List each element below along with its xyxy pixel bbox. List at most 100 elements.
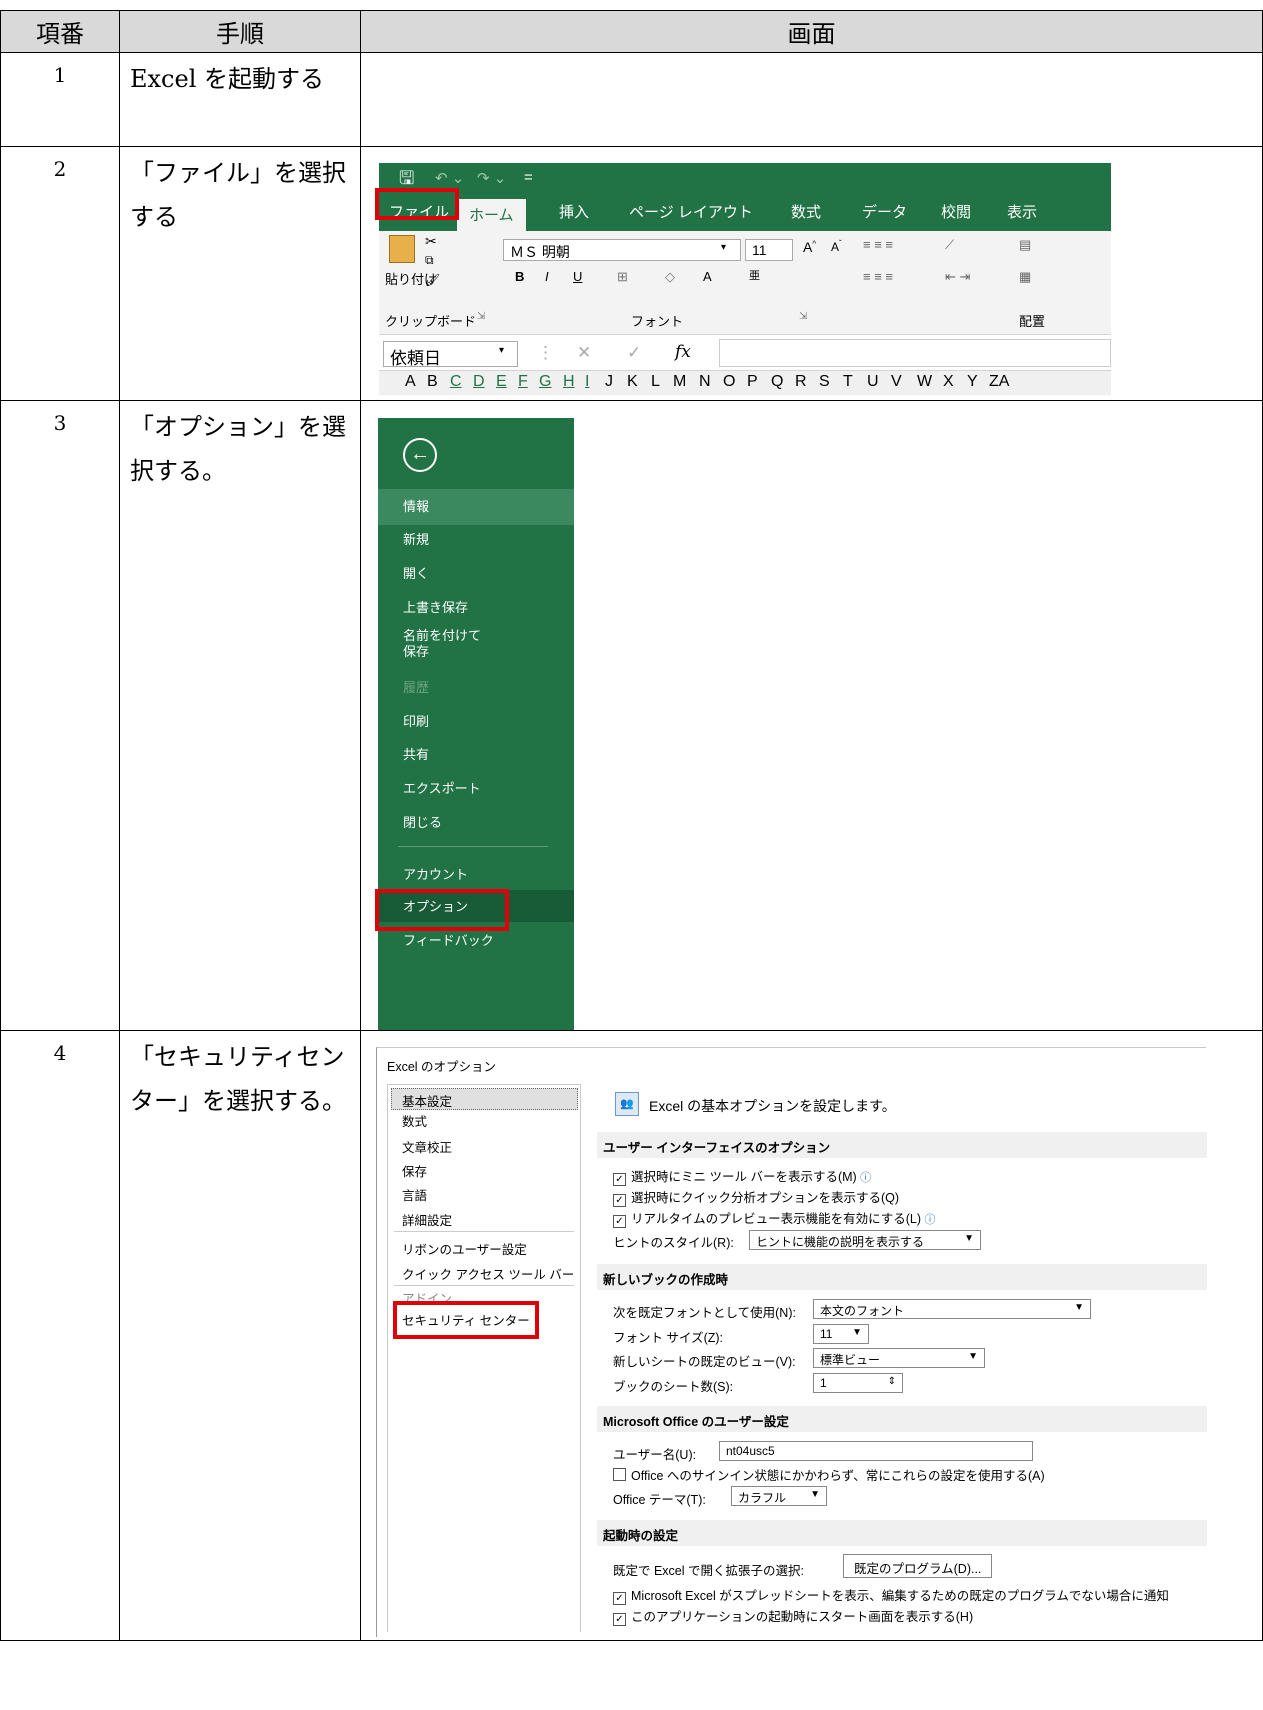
paste-icon[interactable]: [389, 235, 415, 263]
start-screen-checkbox[interactable]: ✓ このアプリケーションの起動時にスタート画面を表示する(H): [613, 1606, 973, 1626]
tab-page-layout[interactable]: ページ レイアウト: [629, 201, 753, 222]
copy-icon[interactable]: ⧉: [425, 253, 434, 268]
sidebar-item-formulas[interactable]: 数式: [402, 1111, 427, 1130]
default-programs-button[interactable]: 既定のプログラム(D)...: [843, 1554, 993, 1578]
office-theme-dropdown[interactable]: カラフル ▼: [731, 1486, 827, 1506]
sidebar-item-language[interactable]: 言語: [402, 1185, 427, 1204]
column-header[interactable]: H: [563, 373, 575, 391]
redo-icon[interactable]: ↷ ⌄: [477, 169, 506, 187]
font-name-dropdown-icon[interactable]: ▾: [721, 242, 726, 253]
tab-view[interactable]: 表示: [1007, 201, 1037, 222]
column-header[interactable]: R: [795, 373, 807, 391]
menu-item-close[interactable]: 閉じる: [403, 815, 442, 831]
sidebar-item-save[interactable]: 保存: [402, 1161, 427, 1180]
quick-analysis-checkbox[interactable]: ✓ 選択時にクイック分析オプションを表示する(Q): [613, 1187, 899, 1207]
column-header[interactable]: P: [747, 373, 758, 391]
menu-item-save-as[interactable]: 名前を付けて保存: [403, 628, 493, 660]
tab-home[interactable]: ホーム: [457, 199, 526, 231]
column-header[interactable]: O: [723, 373, 735, 391]
column-header[interactable]: Y: [967, 373, 978, 391]
dialog-launcher-icon[interactable]: ⇲: [799, 311, 807, 322]
sheet-count-spinner[interactable]: 1 ⇕: [813, 1373, 903, 1393]
indent-icon[interactable]: ⇤ ⇥: [945, 269, 970, 285]
menu-item-feedback[interactable]: フィードバック: [403, 933, 494, 949]
column-header[interactable]: M: [673, 373, 686, 391]
checkbox-checked-icon[interactable]: ✓: [613, 1592, 626, 1605]
formula-input[interactable]: [719, 339, 1111, 367]
menu-item-print[interactable]: 印刷: [403, 714, 429, 730]
bold-icon[interactable]: B: [515, 269, 524, 284]
column-header[interactable]: X: [943, 373, 954, 391]
tab-insert[interactable]: 挿入: [559, 201, 589, 222]
column-header[interactable]: U: [867, 373, 879, 391]
font-name-combo[interactable]: ＭＳ 明朝: [503, 239, 741, 261]
column-header[interactable]: B: [427, 373, 438, 391]
user-name-input[interactable]: nt04usc5: [719, 1441, 1033, 1461]
column-header[interactable]: K: [627, 373, 638, 391]
info-icon[interactable]: ⓘ: [925, 1214, 936, 1226]
default-font-dropdown[interactable]: 本文のフォント ▼: [813, 1299, 1091, 1319]
underline-icon[interactable]: U: [573, 269, 582, 284]
align-top-icon[interactable]: ≡ ≡ ≡: [863, 237, 893, 252]
column-header[interactable]: F: [518, 373, 528, 391]
dropdown-arrow-icon[interactable]: ▼: [810, 1489, 820, 1500]
enter-icon[interactable]: ✓: [627, 343, 641, 363]
cancel-icon[interactable]: ✕: [577, 343, 591, 363]
column-header[interactable]: W: [917, 373, 932, 391]
column-header[interactable]: D: [473, 373, 485, 391]
notify-default-checkbox[interactable]: ✓ Microsoft Excel がスプレッドシートを表示、編集するための既定の…: [613, 1585, 1169, 1605]
column-header[interactable]: A: [405, 373, 416, 391]
column-header[interactable]: N: [699, 373, 711, 391]
checkbox-unchecked-icon[interactable]: [613, 1468, 626, 1481]
column-header[interactable]: T: [843, 373, 853, 391]
name-box-dropdown-icon[interactable]: ▾: [499, 345, 504, 356]
dialog-launcher-icon[interactable]: ⇲: [477, 311, 485, 322]
column-header[interactable]: ZA: [989, 373, 1009, 391]
tab-data[interactable]: データ: [862, 201, 907, 222]
menu-item-save[interactable]: 上書き保存: [403, 600, 468, 616]
spinner-icon[interactable]: ⇕: [888, 1376, 896, 1387]
font-size-combo[interactable]: 11: [745, 239, 793, 261]
column-header[interactable]: I: [585, 373, 589, 391]
column-header[interactable]: J: [605, 373, 613, 391]
menu-item-new[interactable]: 新規: [403, 532, 429, 548]
column-header[interactable]: L: [651, 373, 660, 391]
phonetic-icon[interactable]: 亜: [749, 267, 760, 283]
sidebar-item-advanced[interactable]: 詳細設定: [402, 1210, 452, 1229]
column-header[interactable]: C: [450, 373, 462, 391]
align-left-icon[interactable]: ≡ ≡ ≡: [863, 269, 893, 284]
name-box[interactable]: 依頼日: [383, 341, 518, 368]
merge-icon[interactable]: ▦: [1019, 269, 1031, 285]
sidebar-item-quick-access[interactable]: クイック アクセス ツール バー: [402, 1264, 574, 1283]
column-header[interactable]: G: [539, 373, 551, 391]
font-size-dropdown[interactable]: 11 ▼: [813, 1324, 869, 1344]
tab-review[interactable]: 校閲: [941, 201, 971, 222]
column-header[interactable]: E: [496, 373, 507, 391]
paste-label[interactable]: 貼り付け: [385, 269, 437, 288]
insert-function-icon[interactable]: fx: [675, 342, 691, 362]
checkbox-checked-icon[interactable]: ✓: [613, 1173, 626, 1186]
mini-toolbar-checkbox[interactable]: ✓ 選択時にミニ ツール バーを表示する(M) ⓘ: [613, 1166, 871, 1186]
sidebar-item-proofing[interactable]: 文章校正: [402, 1137, 452, 1156]
column-header[interactable]: S: [819, 373, 830, 391]
dropdown-arrow-icon[interactable]: ▼: [968, 1351, 978, 1362]
orientation-icon[interactable]: ⟋: [945, 237, 954, 253]
italic-icon[interactable]: I: [545, 269, 549, 284]
menu-item-share[interactable]: 共有: [403, 747, 429, 763]
menu-item-export[interactable]: エクスポート: [403, 781, 481, 797]
font-color-icon[interactable]: A: [703, 269, 712, 284]
info-icon[interactable]: ⓘ: [860, 1172, 871, 1184]
default-view-dropdown[interactable]: 標準ビュー ▼: [813, 1348, 985, 1368]
fill-color-icon[interactable]: ◇: [665, 269, 675, 285]
checkbox-checked-icon[interactable]: ✓: [613, 1215, 626, 1228]
live-preview-checkbox[interactable]: ✓ リアルタイムのプレビュー表示機能を有効にする(L) ⓘ: [613, 1208, 936, 1228]
dropdown-arrow-icon[interactable]: ▼: [852, 1327, 862, 1338]
dropdown-arrow-icon[interactable]: ▼: [1074, 1302, 1084, 1313]
tab-formulas[interactable]: 数式: [791, 201, 821, 222]
customize-qat-icon[interactable]: =: [524, 169, 533, 186]
checkbox-checked-icon[interactable]: ✓: [613, 1613, 626, 1626]
decrease-font-icon[interactable]: Aˇ: [831, 239, 842, 254]
menu-item-open[interactable]: 開く: [403, 566, 429, 582]
sidebar-item-general[interactable]: 基本設定: [402, 1091, 452, 1110]
checkbox-checked-icon[interactable]: ✓: [613, 1194, 626, 1207]
